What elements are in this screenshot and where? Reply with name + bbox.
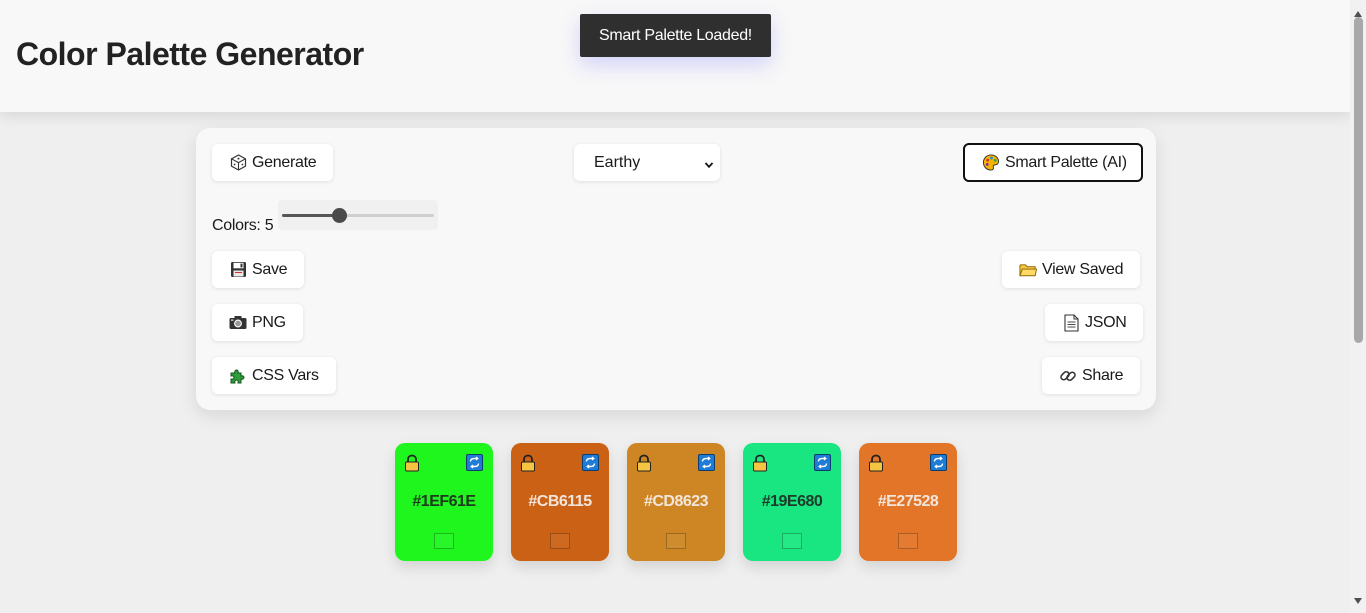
swatch-hex[interactable]: #E27528 <box>859 493 957 511</box>
scrollbar-thumb[interactable] <box>1354 17 1363 343</box>
export-png-label: PNG <box>252 313 286 331</box>
refresh-icon[interactable] <box>466 454 483 476</box>
swatch-copy-box[interactable] <box>666 533 686 549</box>
refresh-icon[interactable] <box>582 454 599 476</box>
export-json-label: JSON <box>1085 313 1127 331</box>
css-vars-label: CSS Vars <box>252 366 319 384</box>
document-icon <box>1062 313 1080 332</box>
toast-notification: Smart Palette Loaded! <box>580 14 771 57</box>
swatch-copy-box[interactable] <box>550 533 570 549</box>
view-saved-label: View Saved <box>1042 260 1124 278</box>
save-button[interactable]: Save <box>212 251 305 288</box>
page-title: Color Palette Generator <box>16 36 364 72</box>
swatch-hex[interactable]: #CB6115 <box>511 493 609 511</box>
css-vars-button[interactable]: CSS Vars <box>212 357 336 394</box>
share-label: Share <box>1082 366 1124 384</box>
view-saved-button[interactable]: View Saved <box>1002 251 1141 288</box>
page-scrollbar[interactable] <box>1350 0 1366 613</box>
smart-palette-label: Smart Palette (AI) <box>1005 153 1127 171</box>
swatch-hex[interactable]: #CD8623 <box>627 493 725 511</box>
swatch-hex[interactable]: #1EF61E <box>395 493 493 511</box>
swatch-copy-box[interactable] <box>898 533 918 549</box>
swatch-hex[interactable]: #19E680 <box>743 493 841 511</box>
lock-icon[interactable] <box>636 454 652 477</box>
colors-count-label: Colors: 5 <box>212 217 274 234</box>
refresh-icon[interactable] <box>814 454 831 476</box>
refresh-icon[interactable] <box>698 454 715 476</box>
color-swatch[interactable]: #CB6115 <box>511 443 609 561</box>
swatch-copy-box[interactable] <box>782 533 802 549</box>
lock-icon[interactable] <box>868 454 884 477</box>
controls-panel: Generate Earthy Smart Palette (AI) Color… <box>196 128 1156 410</box>
slider-thumb[interactable] <box>331 208 347 223</box>
lock-icon[interactable] <box>520 454 536 477</box>
save-label: Save <box>252 260 288 278</box>
generate-label: Generate <box>252 153 317 171</box>
folder-icon <box>1019 261 1037 279</box>
palette-icon <box>982 154 1000 172</box>
puzzle-icon <box>229 367 247 385</box>
color-swatch[interactable]: #E27528 <box>859 443 957 561</box>
slider-fill <box>282 214 339 217</box>
share-button[interactable]: Share <box>1042 357 1141 394</box>
palette-mode-select[interactable]: Earthy <box>574 144 720 181</box>
link-icon <box>1059 367 1077 385</box>
chevron-down-icon <box>704 157 714 175</box>
color-swatch[interactable]: #19E680 <box>743 443 841 561</box>
refresh-icon[interactable] <box>930 454 947 476</box>
export-json-button[interactable]: JSON <box>1045 304 1144 341</box>
generate-button[interactable]: Generate <box>212 144 334 181</box>
color-swatch[interactable]: #CD8623 <box>627 443 725 561</box>
colors-count-slider[interactable] <box>278 200 438 230</box>
export-png-button[interactable]: PNG <box>212 304 303 341</box>
dice-icon <box>229 154 247 172</box>
lock-icon[interactable] <box>404 454 420 477</box>
smart-palette-button[interactable]: Smart Palette (AI) <box>963 143 1143 182</box>
camera-icon <box>229 314 247 332</box>
lock-icon[interactable] <box>752 454 768 477</box>
floppy-icon <box>229 261 247 279</box>
swatch-copy-box[interactable] <box>434 533 454 549</box>
scroll-down-arrow-icon[interactable] <box>1354 591 1362 609</box>
palette-mode-value: Earthy <box>594 153 641 171</box>
color-swatch[interactable]: #1EF61E <box>395 443 493 561</box>
palette-swatches: #1EF61E #CB6115 #CD8623 #19E680 #E27528 <box>395 443 957 561</box>
